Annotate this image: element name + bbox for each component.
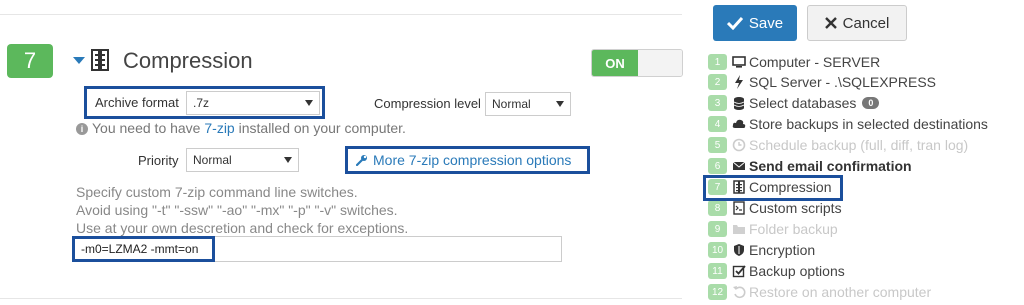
cloud-icon <box>732 119 746 128</box>
monitor-icon <box>732 56 746 68</box>
step-item-folder-backup[interactable]: 9 Folder backup <box>708 219 838 239</box>
section-title: Compression <box>123 48 253 73</box>
compression-level-value: Normal <box>492 97 531 111</box>
info-icon: i <box>76 123 88 135</box>
wrench-icon <box>356 155 367 166</box>
undo-icon <box>733 286 746 299</box>
step-item-encryption[interactable]: 10 Encryption <box>708 240 815 260</box>
bottom-divider <box>0 298 682 299</box>
check-icon <box>726 16 743 30</box>
step-item-backup-options[interactable]: 11 Backup options <box>708 261 845 281</box>
folder-icon <box>733 225 745 234</box>
info-message: i You need to have 7-zip installed on you… <box>76 120 406 136</box>
step-item-databases[interactable]: 3 Select databases 0 <box>708 93 880 113</box>
more-compression-options-link[interactable]: More 7-zip compression options <box>345 146 590 174</box>
step-item-custom-scripts[interactable]: 8 Custom scripts <box>708 198 842 218</box>
collapse-caret-icon[interactable] <box>73 57 85 64</box>
toggle-knob <box>638 50 682 76</box>
checkbox-icon <box>732 265 746 278</box>
more-options-label: More 7-zip compression options <box>373 152 572 168</box>
clock-icon <box>732 138 746 152</box>
compression-level-select[interactable]: Normal <box>485 92 571 116</box>
top-divider <box>0 14 682 15</box>
switches-input-value: -m0=LZMA2 -mmt=on <box>81 242 199 256</box>
priority-label: Priority <box>138 153 179 168</box>
chevron-down-icon <box>556 101 564 107</box>
compression-level-label: Compression level <box>374 96 481 111</box>
toggle-on-label: ON <box>592 50 638 76</box>
7zip-link[interactable]: 7-zip <box>204 120 234 136</box>
database-icon <box>733 97 745 110</box>
switches-description-1: Specify custom 7-zip command line switch… <box>76 184 358 200</box>
archive-format-label: Archive format <box>95 95 179 110</box>
switches-description-3: Use at your own descretion and check for… <box>76 220 409 236</box>
bolt-icon <box>735 75 743 89</box>
cancel-label: Cancel <box>842 14 890 32</box>
close-icon <box>824 17 837 29</box>
priority-select[interactable]: Normal <box>186 148 299 172</box>
current-step-highlight <box>703 175 843 201</box>
cancel-button[interactable]: Cancel <box>807 5 907 41</box>
switches-input[interactable]: -m0=LZMA2 -mmt=on <box>72 236 215 262</box>
step-item-restore[interactable]: 12 Restore on another computer <box>708 282 931 302</box>
archive-format-select[interactable]: .7z <box>186 91 320 115</box>
step-item-schedule[interactable]: 5 Schedule backup (full, diff, tran log) <box>708 135 968 155</box>
archive-icon <box>91 49 109 71</box>
chevron-down-icon <box>284 157 292 163</box>
switches-description-2: Avoid using "-t" "-ssw" "-ao" "-mx" "-p"… <box>76 202 398 218</box>
step-item-sql-server[interactable]: 2 SQL Server - .\SQLEXPRESS <box>708 72 936 92</box>
compression-toggle[interactable]: ON <box>591 49 683 77</box>
save-label: Save <box>748 14 784 32</box>
shield-icon <box>734 244 744 256</box>
priority-value: Normal <box>193 153 232 167</box>
envelope-icon <box>732 161 746 170</box>
script-icon <box>733 201 745 215</box>
section-number-badge: 7 <box>7 44 53 78</box>
step-item-email[interactable]: 6 Send email confirmation <box>708 156 912 176</box>
chevron-down-icon <box>305 100 313 106</box>
step-item-computer[interactable]: 1 Computer - SERVER <box>708 52 880 72</box>
databases-count-badge: 0 <box>862 97 880 109</box>
save-button[interactable]: Save <box>713 5 797 41</box>
archive-format-value: .7z <box>193 96 210 110</box>
step-item-store-backups[interactable]: 4 Store backups in selected destinations <box>708 114 988 134</box>
